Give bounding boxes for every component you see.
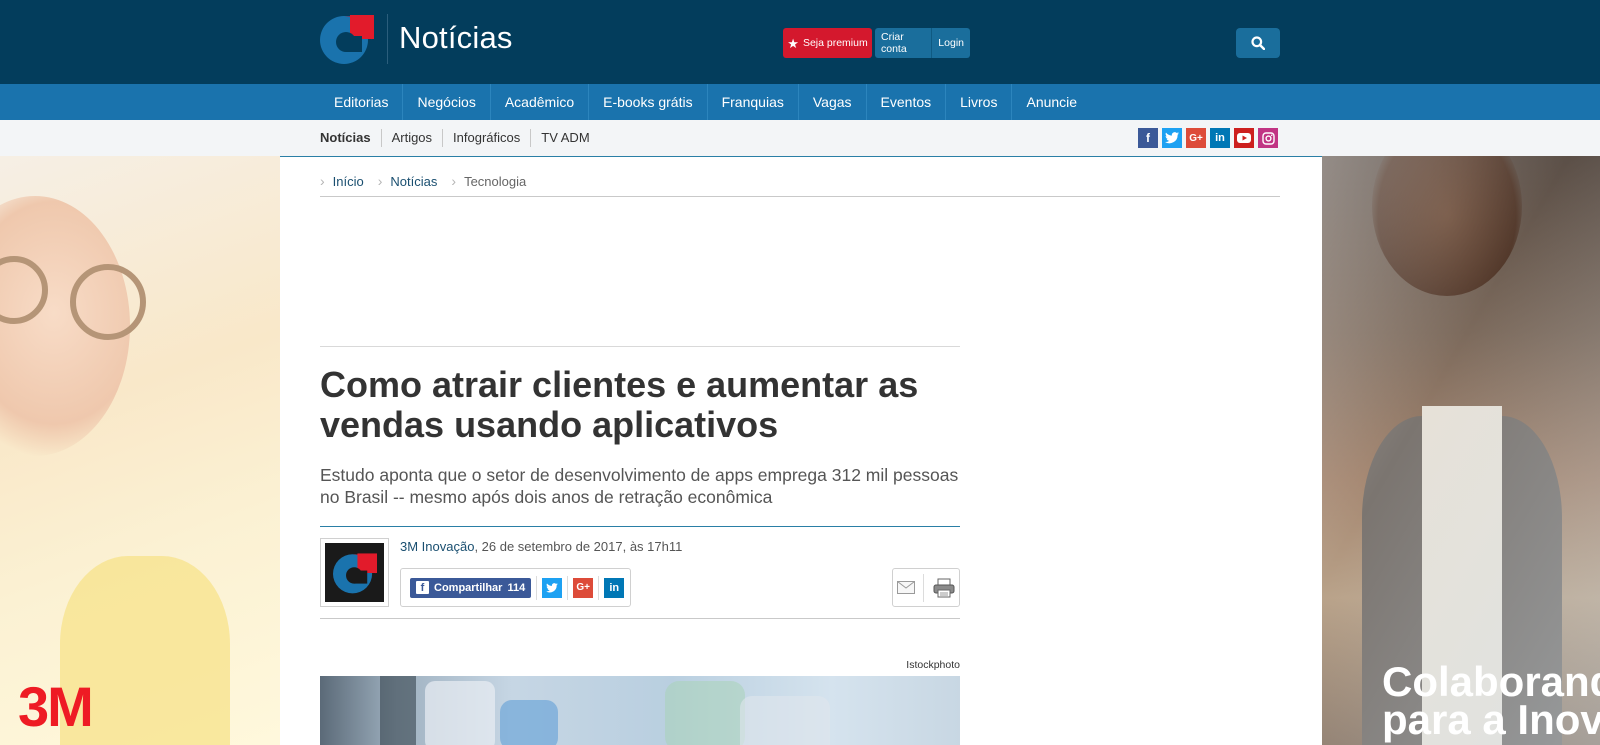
linkedin-icon[interactable]: in: [1210, 128, 1230, 148]
meta-divider: [320, 526, 960, 527]
main-navigation: Editorias Negócios Acadêmico E-books grá…: [0, 84, 1600, 120]
share-divider: [598, 575, 600, 600]
ad-3m-logo[interactable]: 3M: [18, 674, 94, 739]
subnav-item-artigos[interactable]: Artigos: [382, 129, 444, 147]
create-account-button[interactable]: Criar conta: [875, 31, 931, 55]
twitter-share-icon[interactable]: [542, 577, 563, 598]
image-app-tile: [425, 681, 495, 745]
google-plus-icon[interactable]: G+: [1186, 128, 1206, 148]
breadcrumb: › Início › Notícias › Tecnologia: [320, 166, 1280, 197]
image-phone-frame: [380, 676, 416, 745]
account-buttons: Criar conta Login: [875, 28, 970, 58]
chevron-right-icon: ›: [377, 173, 383, 189]
chevron-right-icon: ›: [451, 173, 457, 189]
ad-right-line2: para a Inova: [1382, 696, 1600, 743]
subnav-item-noticias[interactable]: Notícias: [320, 129, 382, 147]
breadcrumb-inicio[interactable]: Início: [333, 174, 364, 189]
youtube-icon[interactable]: [1234, 128, 1254, 148]
nav-item-ebooks[interactable]: E-books grátis: [589, 84, 708, 120]
nav-item-franquias[interactable]: Franquias: [708, 84, 799, 120]
subnav-item-tv-adm[interactable]: TV ADM: [531, 129, 599, 147]
left-advertisement[interactable]: [0, 156, 280, 745]
linkedin-share-icon[interactable]: in: [604, 577, 625, 598]
nav-item-editorias[interactable]: Editorias: [320, 84, 404, 120]
nav-item-anuncie[interactable]: Anuncie: [1012, 84, 1091, 120]
nav-item-livros[interactable]: Livros: [946, 84, 1013, 120]
article-subheadline: Estudo aponta que o setor de desenvolvim…: [320, 465, 959, 507]
facebook-icon[interactable]: f: [1138, 128, 1158, 148]
meta-bottom-divider: [320, 618, 960, 619]
share-label: Compartilhar: [434, 581, 503, 594]
byline: 3M Inovação, 26 de setembro de 2017, às …: [400, 539, 682, 554]
logo-divider: [387, 14, 388, 64]
chevron-right-icon: ›: [320, 173, 325, 189]
sub-navigation: Notícias Artigos Infográficos TV ADM: [0, 120, 1600, 157]
email-icon[interactable]: [897, 581, 916, 594]
google-plus-share-icon[interactable]: G+: [573, 577, 594, 598]
star-icon: ★: [787, 35, 799, 51]
image-app-tile: [665, 681, 745, 745]
nav-item-vagas[interactable]: Vagas: [799, 84, 867, 120]
instagram-icon[interactable]: [1258, 128, 1278, 148]
image-app-tile: [740, 696, 830, 745]
author-link[interactable]: 3M Inovação: [400, 539, 474, 554]
twitter-icon[interactable]: [1162, 128, 1182, 148]
share-divider: [536, 575, 538, 600]
article-image: [320, 676, 960, 745]
site-header: Notícias ★ Seja premium Criar conta Logi…: [0, 0, 1600, 84]
social-links: f G+ in: [1138, 128, 1278, 148]
ad-glasses-right: [70, 264, 146, 340]
site-logo-icon[interactable]: [320, 14, 374, 64]
share-count: 114: [507, 581, 526, 594]
breadcrumb-tecnologia[interactable]: Tecnologia: [464, 174, 526, 189]
breadcrumb-noticias[interactable]: Notícias: [390, 174, 437, 189]
author-avatar[interactable]: [320, 538, 389, 607]
facebook-icon: f: [416, 581, 429, 594]
article-tools: [892, 568, 960, 607]
article-headline: Como atrair clientes e aumentar as venda…: [320, 364, 919, 445]
ad-slot-divider: [320, 346, 960, 347]
print-icon[interactable]: [933, 578, 955, 598]
nav-item-eventos[interactable]: Eventos: [867, 84, 947, 120]
search-icon: [1251, 36, 1265, 50]
ad-glass-overlay: [1322, 156, 1600, 745]
share-divider: [567, 575, 569, 600]
login-button[interactable]: Login: [932, 37, 970, 49]
facebook-share-button[interactable]: f Compartilhar 114: [410, 577, 532, 598]
share-bar: f Compartilhar 114 G+ in: [400, 568, 631, 607]
right-advertisement[interactable]: [1322, 156, 1600, 745]
subnav-item-infograficos[interactable]: Infográficos: [443, 129, 532, 147]
nav-item-negocios[interactable]: Negócios: [403, 84, 491, 120]
nav-item-academico[interactable]: Acadêmico: [491, 84, 590, 120]
tools-divider: [923, 573, 925, 602]
photo-credit: Istockphoto: [906, 659, 960, 671]
search-button[interactable]: [1236, 28, 1280, 58]
author-logo-icon: [332, 552, 377, 593]
ad-right-headline[interactable]: Colaborand para a Inova: [1382, 661, 1600, 743]
publish-date: , 26 de setembro de 2017, às 17h11: [474, 539, 683, 554]
image-app-tile: [500, 700, 558, 745]
premium-button[interactable]: ★ Seja premium: [783, 28, 872, 58]
premium-label: Seja premium: [802, 37, 868, 49]
site-title[interactable]: Notícias: [399, 20, 513, 56]
